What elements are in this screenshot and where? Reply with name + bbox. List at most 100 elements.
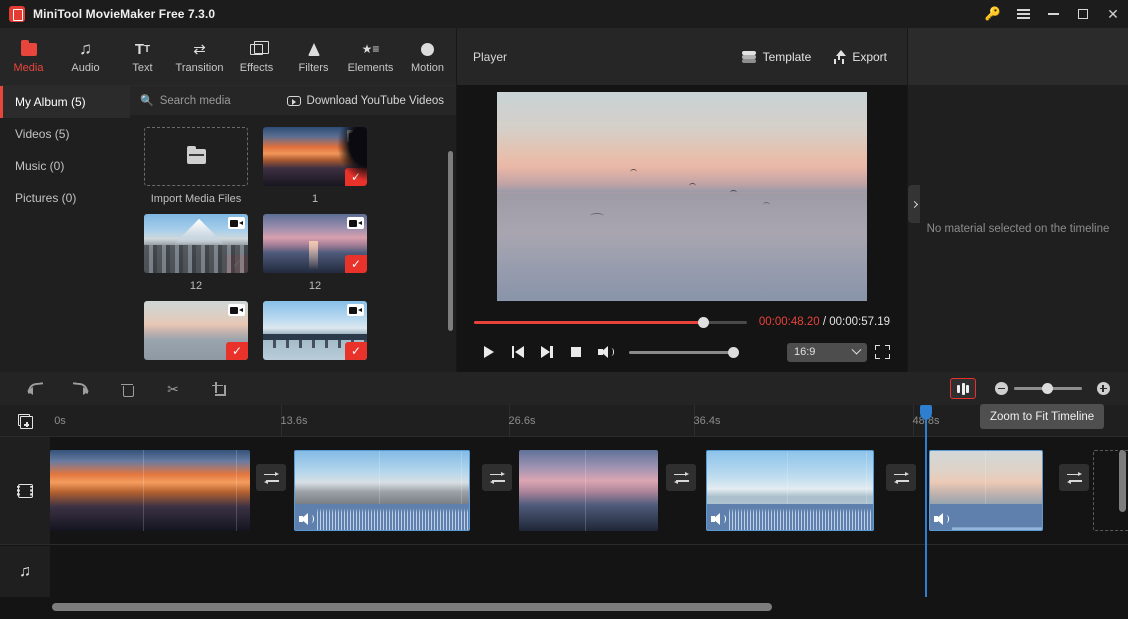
zoom-handle[interactable] (1042, 383, 1053, 394)
crop-button[interactable] (196, 372, 242, 405)
seek-handle[interactable] (698, 316, 710, 328)
maximize-button[interactable] (1068, 0, 1098, 28)
tab-motion[interactable]: Motion (399, 28, 456, 85)
title-bar: MiniTool MovieMaker Free 7.3.0 🔑 ✕ (0, 0, 1128, 28)
selected-check-icon: ✓ (345, 342, 367, 360)
add-track-button[interactable] (0, 405, 50, 437)
transition-button[interactable] (256, 464, 286, 491)
selected-check-icon: ✓ (345, 255, 367, 273)
media-thumbnail[interactable]: ✓ (144, 301, 248, 360)
zoom-to-fit-timeline-button[interactable] (950, 378, 976, 399)
tab-label: Elements (347, 62, 394, 74)
audio-track-header[interactable]: ♫ (0, 546, 50, 597)
tab-elements[interactable]: ★≡ Elements (342, 28, 399, 85)
zoom-out-button[interactable] (988, 376, 1014, 402)
video-track-header[interactable] (0, 437, 50, 545)
media-thumbnail[interactable]: ✓ (144, 214, 248, 273)
sidebar-item-label: Music (0) (15, 159, 65, 173)
tab-effects[interactable]: Effects (228, 28, 285, 85)
import-media-dropzone[interactable] (144, 127, 248, 186)
template-button[interactable]: Template (741, 50, 811, 64)
media-thumbnail[interactable]: ✓ (263, 127, 367, 186)
volume-slider[interactable] (629, 346, 739, 358)
redo-button[interactable] (58, 372, 104, 405)
clip-audio-strip (295, 504, 469, 530)
tab-audio[interactable]: ♫ Audio (57, 28, 114, 85)
media-item[interactable]: ✓ 12 (144, 214, 248, 292)
panel-collapse-toggle[interactable] (908, 185, 920, 223)
media-item[interactable]: ✓ (144, 301, 248, 360)
media-item[interactable]: ✓ 12 (263, 214, 367, 292)
aspect-ratio-select[interactable]: 16:9 (787, 342, 867, 362)
window-controls: 🔑 ✕ (978, 0, 1128, 28)
transition-button[interactable] (666, 464, 696, 491)
search-icon: 🔍 (140, 95, 154, 107)
sidebar-item-my-album[interactable]: My Album (5) (0, 86, 130, 118)
minus-circle-icon (994, 382, 1008, 395)
video-badge-icon (347, 304, 364, 316)
export-label: Export (852, 49, 887, 64)
download-youtube-label: Download YouTube Videos (306, 94, 444, 107)
ruler-label: 26.6s (508, 415, 536, 427)
video-badge-icon (347, 130, 364, 142)
film-strip-icon (17, 483, 33, 498)
tab-label: Audio (71, 62, 100, 74)
media-item[interactable]: ✓ 1 (263, 127, 367, 205)
timeline-clip[interactable] (294, 450, 470, 531)
close-button[interactable]: ✕ (1098, 0, 1128, 28)
volume-handle[interactable] (728, 346, 739, 358)
media-item-caption: 12 (189, 280, 203, 292)
transition-button[interactable] (886, 464, 916, 491)
sidebar-item-music[interactable]: Music (0) (0, 150, 130, 182)
video-track[interactable] (50, 437, 1128, 545)
previous-frame-button[interactable] (503, 339, 532, 365)
timeline-clip[interactable] (706, 450, 874, 531)
transition-arrows-icon (263, 471, 279, 484)
export-button[interactable]: Export (833, 50, 887, 64)
tab-filters[interactable]: Filters (285, 28, 342, 85)
tab-transition[interactable]: ⇄ Transition (171, 28, 228, 85)
video-preview[interactable] (497, 91, 867, 301)
next-frame-button[interactable] (532, 339, 561, 365)
tab-media[interactable]: Media (0, 28, 57, 85)
decor-bird (763, 202, 771, 205)
audio-track[interactable] (50, 546, 1128, 597)
timeline-ruler[interactable]: 0s 13.6s 26.6s 36.4s 48.8s (0, 405, 1128, 437)
media-item[interactable]: ✓ (263, 301, 367, 360)
playhead[interactable] (919, 405, 932, 597)
timeline-vertical-scrollbar[interactable] (1119, 450, 1126, 512)
zoom-slider[interactable] (1014, 383, 1082, 394)
key-icon[interactable]: 🔑 (978, 0, 1008, 28)
transition-button[interactable] (482, 464, 512, 491)
split-button[interactable]: ✂ (150, 372, 196, 405)
timeline-clip[interactable] (50, 450, 250, 531)
play-button[interactable] (474, 339, 503, 365)
playhead-handle[interactable] (919, 405, 932, 420)
menu-icon[interactable] (1008, 0, 1038, 28)
stop-button[interactable] (561, 339, 590, 365)
minimize-button[interactable] (1038, 0, 1068, 28)
delete-button[interactable] (104, 372, 150, 405)
undo-button[interactable] (12, 372, 58, 405)
speaker-icon[interactable] (299, 513, 314, 525)
sidebar-item-pictures[interactable]: Pictures (0) (0, 182, 130, 214)
video-badge-icon (228, 217, 245, 229)
media-thumbnail[interactable]: ✓ (263, 214, 367, 273)
fullscreen-button[interactable] (875, 345, 890, 359)
speaker-icon[interactable] (934, 513, 949, 525)
timeline-horizontal-scrollbar[interactable] (52, 603, 772, 611)
transition-button[interactable] (1059, 464, 1089, 491)
volume-button[interactable] (590, 339, 619, 365)
zoom-in-button[interactable] (1090, 376, 1116, 402)
sidebar-item-videos[interactable]: Videos (5) (0, 118, 130, 150)
seek-bar[interactable] (474, 316, 747, 328)
speaker-icon[interactable] (711, 513, 726, 525)
search-input[interactable]: 🔍 Search media (140, 94, 231, 108)
timeline-clip[interactable] (929, 450, 1043, 531)
media-scrollbar[interactable] (448, 151, 453, 331)
import-media-cell[interactable]: Import Media Files (144, 127, 248, 205)
timeline-clip[interactable] (519, 450, 658, 531)
download-youtube-videos-button[interactable]: Download YouTube Videos (286, 94, 444, 107)
media-thumbnail[interactable]: ✓ (263, 301, 367, 360)
tab-text[interactable]: TT Text (114, 28, 171, 85)
